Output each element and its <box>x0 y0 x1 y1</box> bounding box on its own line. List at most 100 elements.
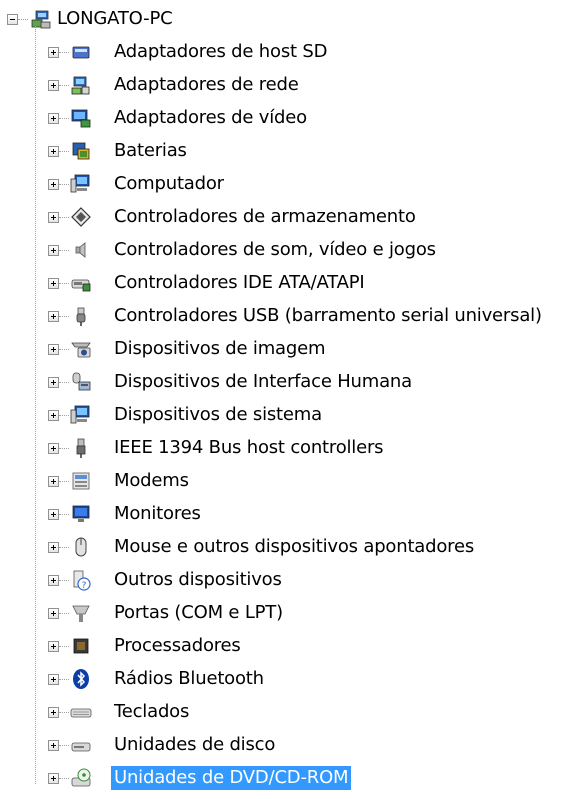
tree-item-label: Adaptadores de vídeo <box>114 107 307 128</box>
expand-icon[interactable] <box>48 773 59 784</box>
hid-icon <box>70 371 92 393</box>
tree-item[interactable]: Portas (COM e LPT) <box>0 601 577 634</box>
tree-item-label: Dispositivos de sistema <box>114 404 322 425</box>
tree-root[interactable]: LONGATO-PC <box>0 7 577 40</box>
tree-connector <box>59 349 69 350</box>
tree-item[interactable]: IEEE 1394 Bus host controllers <box>0 436 577 469</box>
unknown-device-icon: ? <box>70 569 92 591</box>
tree-connector <box>59 745 69 746</box>
tree-connector <box>59 580 69 581</box>
mouse-icon <box>70 536 92 558</box>
expand-icon[interactable] <box>48 542 59 553</box>
tree-item-label: Portas (COM e LPT) <box>114 602 283 623</box>
collapse-icon[interactable] <box>7 14 18 25</box>
tree-item[interactable]: Dispositivos de Interface Humana <box>0 370 577 403</box>
tree-item-label: Monitores <box>114 503 201 524</box>
tree-item[interactable]: Controladores IDE ATA/ATAPI <box>0 271 577 304</box>
expand-icon[interactable] <box>48 80 59 91</box>
tree-item-label: Adaptadores de rede <box>114 74 299 95</box>
computer-icon <box>70 173 92 195</box>
battery-icon <box>70 140 92 162</box>
keyboard-icon <box>70 701 92 723</box>
tree-connector <box>59 184 69 185</box>
expand-icon[interactable] <box>48 47 59 58</box>
tree-item[interactable]: Baterias <box>0 139 577 172</box>
tree-connector <box>59 382 69 383</box>
monitor-icon <box>70 503 92 525</box>
expand-icon[interactable] <box>48 311 59 322</box>
expand-icon[interactable] <box>48 113 59 124</box>
tree-item[interactable]: Unidades de disco <box>0 733 577 766</box>
expand-icon[interactable] <box>48 740 59 751</box>
display-adapter-icon <box>70 107 92 129</box>
device-tree: LONGATO-PC Adaptadores de host SD Adaptad… <box>0 0 577 796</box>
tree-item[interactable]: Monitores <box>0 502 577 535</box>
tree-connector <box>59 415 69 416</box>
tree-item[interactable]: Dispositivos de imagem <box>0 337 577 370</box>
tree-item-label: Controladores IDE ATA/ATAPI <box>114 272 365 293</box>
svg-text:?: ? <box>82 581 87 591</box>
computer-network-icon <box>30 8 52 30</box>
tree-item-label: Outros dispositivos <box>114 569 282 590</box>
firewire-icon <box>70 437 92 459</box>
ide-controller-icon <box>70 272 92 294</box>
system-device-icon <box>70 404 92 426</box>
expand-icon[interactable] <box>48 641 59 652</box>
expand-icon[interactable] <box>48 278 59 289</box>
tree-item-label: Mouse e outros dispositivos apontadores <box>114 536 475 557</box>
tree-item[interactable]: Adaptadores de vídeo <box>0 106 577 139</box>
tree-item[interactable]: Modems <box>0 469 577 502</box>
tree-connector <box>59 514 69 515</box>
expand-icon[interactable] <box>48 146 59 157</box>
tree-connector <box>59 646 69 647</box>
tree-item[interactable]: Computador <box>0 172 577 205</box>
speaker-icon <box>70 239 92 261</box>
expand-icon[interactable] <box>48 410 59 421</box>
tree-connector <box>59 778 69 779</box>
tree-connector <box>59 118 69 119</box>
expand-icon[interactable] <box>48 245 59 256</box>
disk-drive-icon <box>70 734 92 756</box>
expand-icon[interactable] <box>48 212 59 223</box>
tree-item-label: Dispositivos de imagem <box>114 338 326 359</box>
tree-connector <box>59 151 69 152</box>
tree-connector <box>18 19 28 20</box>
tree-item[interactable]: Dispositivos de sistema <box>0 403 577 436</box>
tree-item[interactable]: Unidades de DVD/CD-ROM <box>0 766 577 799</box>
tree-item-label: Unidades de disco <box>114 734 276 755</box>
tree-item[interactable]: Adaptadores de rede <box>0 73 577 106</box>
tree-item[interactable]: Processadores <box>0 634 577 667</box>
tree-item[interactable]: Rádios Bluetooth <box>0 667 577 700</box>
storage-controller-icon <box>70 206 92 228</box>
tree-connector <box>59 547 69 548</box>
tree-connector <box>59 679 69 680</box>
expand-icon[interactable] <box>48 575 59 586</box>
tree-item[interactable]: Controladores de armazenamento <box>0 205 577 238</box>
tree-item-label: Controladores USB (barramento serial uni… <box>114 305 542 326</box>
tree-item-label: Processadores <box>114 635 241 656</box>
tree-connector <box>59 217 69 218</box>
tree-connector <box>59 85 69 86</box>
expand-icon[interactable] <box>48 344 59 355</box>
expand-icon[interactable] <box>48 674 59 685</box>
tree-item[interactable]: Teclados <box>0 700 577 733</box>
port-icon <box>70 602 92 624</box>
expand-icon[interactable] <box>48 443 59 454</box>
expand-icon[interactable] <box>48 476 59 487</box>
tree-item[interactable]: Adaptadores de host SD <box>0 40 577 73</box>
tree-item[interactable]: Mouse e outros dispositivos apontadores <box>0 535 577 568</box>
tree-connector <box>59 613 69 614</box>
expand-icon[interactable] <box>48 707 59 718</box>
expand-icon[interactable] <box>48 608 59 619</box>
tree-item[interactable]: ? Outros dispositivos <box>0 568 577 601</box>
tree-connector <box>59 52 69 53</box>
expand-icon[interactable] <box>48 179 59 190</box>
expand-icon[interactable] <box>48 377 59 388</box>
tree-item[interactable]: Controladores de som, vídeo e jogos <box>0 238 577 271</box>
sd-card-icon <box>70 41 92 63</box>
expand-icon[interactable] <box>48 509 59 520</box>
tree-item-label: Baterias <box>114 140 187 161</box>
tree-item-label: Dispositivos de Interface Humana <box>114 371 412 392</box>
bluetooth-icon <box>70 668 92 690</box>
tree-item[interactable]: Controladores USB (barramento serial uni… <box>0 304 577 337</box>
